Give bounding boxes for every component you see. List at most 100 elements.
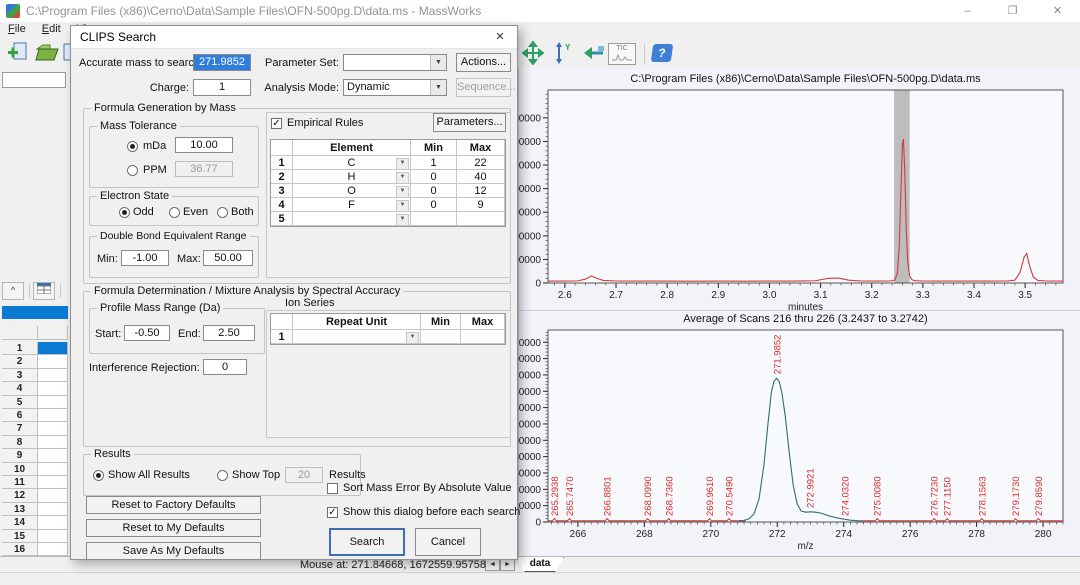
cancel-button[interactable]: Cancel [415, 528, 481, 556]
menu-file[interactable]: File [0, 22, 34, 39]
dialog-title-bar[interactable]: CLIPS Search ✕ [71, 26, 517, 49]
row-number-cell[interactable]: 1 [271, 156, 293, 170]
chevron-down-icon[interactable]: ▼ [396, 172, 409, 184]
row-header[interactable]: 10 [2, 463, 38, 476]
table-row[interactable] [38, 342, 68, 355]
table-row[interactable] [38, 476, 68, 489]
chevron-down-icon[interactable]: ▼ [406, 332, 419, 344]
maximize-button[interactable]: ❐ [990, 0, 1035, 22]
pan-icon[interactable] [522, 41, 544, 65]
column-header[interactable] [2, 326, 38, 340]
save-my-defaults-button[interactable]: Save As My Defaults [86, 542, 261, 560]
even-radio[interactable] [169, 207, 180, 218]
chevron-down-icon[interactable]: ▼ [430, 80, 446, 95]
show-all-results-radio[interactable] [93, 470, 104, 481]
open-folder-icon[interactable] [34, 41, 60, 65]
row-header[interactable]: 8 [2, 436, 38, 449]
dbe-max-input[interactable]: 50.00 [203, 250, 253, 266]
row-header[interactable]: 9 [2, 449, 38, 462]
table-cell[interactable]: 9 [457, 198, 505, 212]
table-row[interactable] [38, 382, 68, 395]
table-cell[interactable]: 22 [457, 156, 505, 170]
chevron-down-icon[interactable]: ▼ [396, 158, 409, 170]
interference-input[interactable]: 0 [203, 359, 247, 375]
row-header[interactable]: 4 [2, 382, 38, 395]
row-number-cell[interactable]: 1 [271, 330, 293, 344]
show-top-radio[interactable] [217, 470, 228, 481]
parameter-set-dropdown[interactable]: ▼ [343, 54, 447, 71]
search-button[interactable]: Search [329, 528, 405, 556]
table-cell[interactable]: 0 [411, 170, 457, 184]
analysis-mode-dropdown[interactable]: Dynamic ▼ [343, 79, 447, 96]
row-number-cell[interactable]: 5 [271, 212, 293, 226]
charge-input[interactable]: 1 [193, 79, 251, 96]
row-header[interactable]: 11 [2, 476, 38, 489]
row-header[interactable]: 3 [2, 369, 38, 382]
table-cell[interactable]: F▼ [293, 198, 411, 212]
table-cell[interactable]: 0 [411, 198, 457, 212]
dbe-min-input[interactable]: -1.00 [121, 250, 169, 266]
row-header[interactable]: 5 [2, 396, 38, 409]
undo-zoom-icon[interactable] [582, 41, 606, 65]
reset-my-defaults-button[interactable]: Reset to My Defaults [86, 519, 261, 537]
chevron-down-icon[interactable]: ▼ [396, 200, 409, 212]
chevron-down-icon[interactable]: ▼ [430, 55, 446, 70]
table-cell[interactable] [421, 330, 461, 344]
row-number-cell[interactable]: 2 [271, 170, 293, 184]
table-cell[interactable]: O▼ [293, 184, 411, 198]
both-radio[interactable] [217, 207, 228, 218]
empirical-rules-checkbox[interactable]: ✓ [271, 118, 282, 129]
row-header[interactable]: 12 [2, 489, 38, 502]
table-cell[interactable]: 0 [411, 184, 457, 198]
row-number-cell[interactable]: 4 [271, 198, 293, 212]
dialog-close-icon[interactable]: ✕ [491, 29, 509, 45]
actions-button[interactable]: Actions... [456, 53, 511, 72]
table-cell[interactable] [461, 330, 505, 344]
accurate-mass-input[interactable]: 271.9852 [193, 54, 251, 71]
reset-factory-button[interactable]: Reset to Factory Defaults [86, 496, 261, 514]
table-row[interactable] [38, 369, 68, 382]
chevron-down-icon[interactable]: ▼ [396, 214, 409, 226]
table-row[interactable] [38, 422, 68, 435]
row-header[interactable]: 6 [2, 409, 38, 422]
row-header[interactable]: 14 [2, 516, 38, 529]
row-header[interactable]: 2 [2, 355, 38, 368]
sort-mass-error-checkbox[interactable] [327, 483, 338, 494]
table-cell[interactable]: H▼ [293, 170, 411, 184]
table-row[interactable] [38, 503, 68, 516]
menu-edit[interactable]: Edit [34, 22, 69, 39]
help-icon[interactable]: ? [651, 44, 674, 62]
table-row[interactable] [38, 449, 68, 462]
show-dialog-checkbox[interactable]: ✓ [327, 507, 338, 518]
mda-input[interactable]: 10.00 [175, 137, 233, 153]
chromatogram-chart[interactable]: C:\Program Files (x86)\Cerno\Data\Sample… [518, 70, 1080, 312]
table-cell[interactable] [457, 212, 505, 226]
odd-radio[interactable] [119, 207, 130, 218]
table-row[interactable] [38, 409, 68, 422]
table-cell[interactable]: 12 [457, 184, 505, 198]
row-header[interactable]: 7 [2, 422, 38, 435]
ppm-radio[interactable] [127, 165, 138, 176]
chevron-down-icon[interactable]: ▼ [396, 186, 409, 198]
table-cell[interactable]: 40 [457, 170, 505, 184]
table-row[interactable] [38, 463, 68, 476]
selection-header[interactable] [2, 306, 68, 319]
table-cell[interactable]: ▼ [293, 212, 411, 226]
start-input[interactable]: -0.50 [124, 325, 170, 341]
row-header[interactable]: 1 [2, 342, 38, 355]
table-row[interactable] [38, 530, 68, 543]
spectrum-chart[interactable]: Average of Scans 216 thru 226 (3.2437 to… [518, 310, 1080, 556]
table-cell[interactable]: C▼ [293, 156, 411, 170]
row-number-cell[interactable]: 3 [271, 184, 293, 198]
table-cell[interactable]: ▼ [293, 330, 421, 344]
row-header[interactable]: 15 [2, 530, 38, 543]
tic-icon[interactable]: TIC [608, 43, 636, 65]
table-row[interactable] [38, 543, 68, 556]
collapse-button[interactable]: ^ [2, 282, 24, 300]
parameters-button[interactable]: Parameters... [433, 113, 506, 132]
row-header[interactable]: 16 [2, 543, 38, 556]
table-icon[interactable] [33, 282, 55, 300]
table-row[interactable] [38, 516, 68, 529]
table-row[interactable] [38, 396, 68, 409]
formula-bar-input[interactable] [2, 72, 66, 88]
